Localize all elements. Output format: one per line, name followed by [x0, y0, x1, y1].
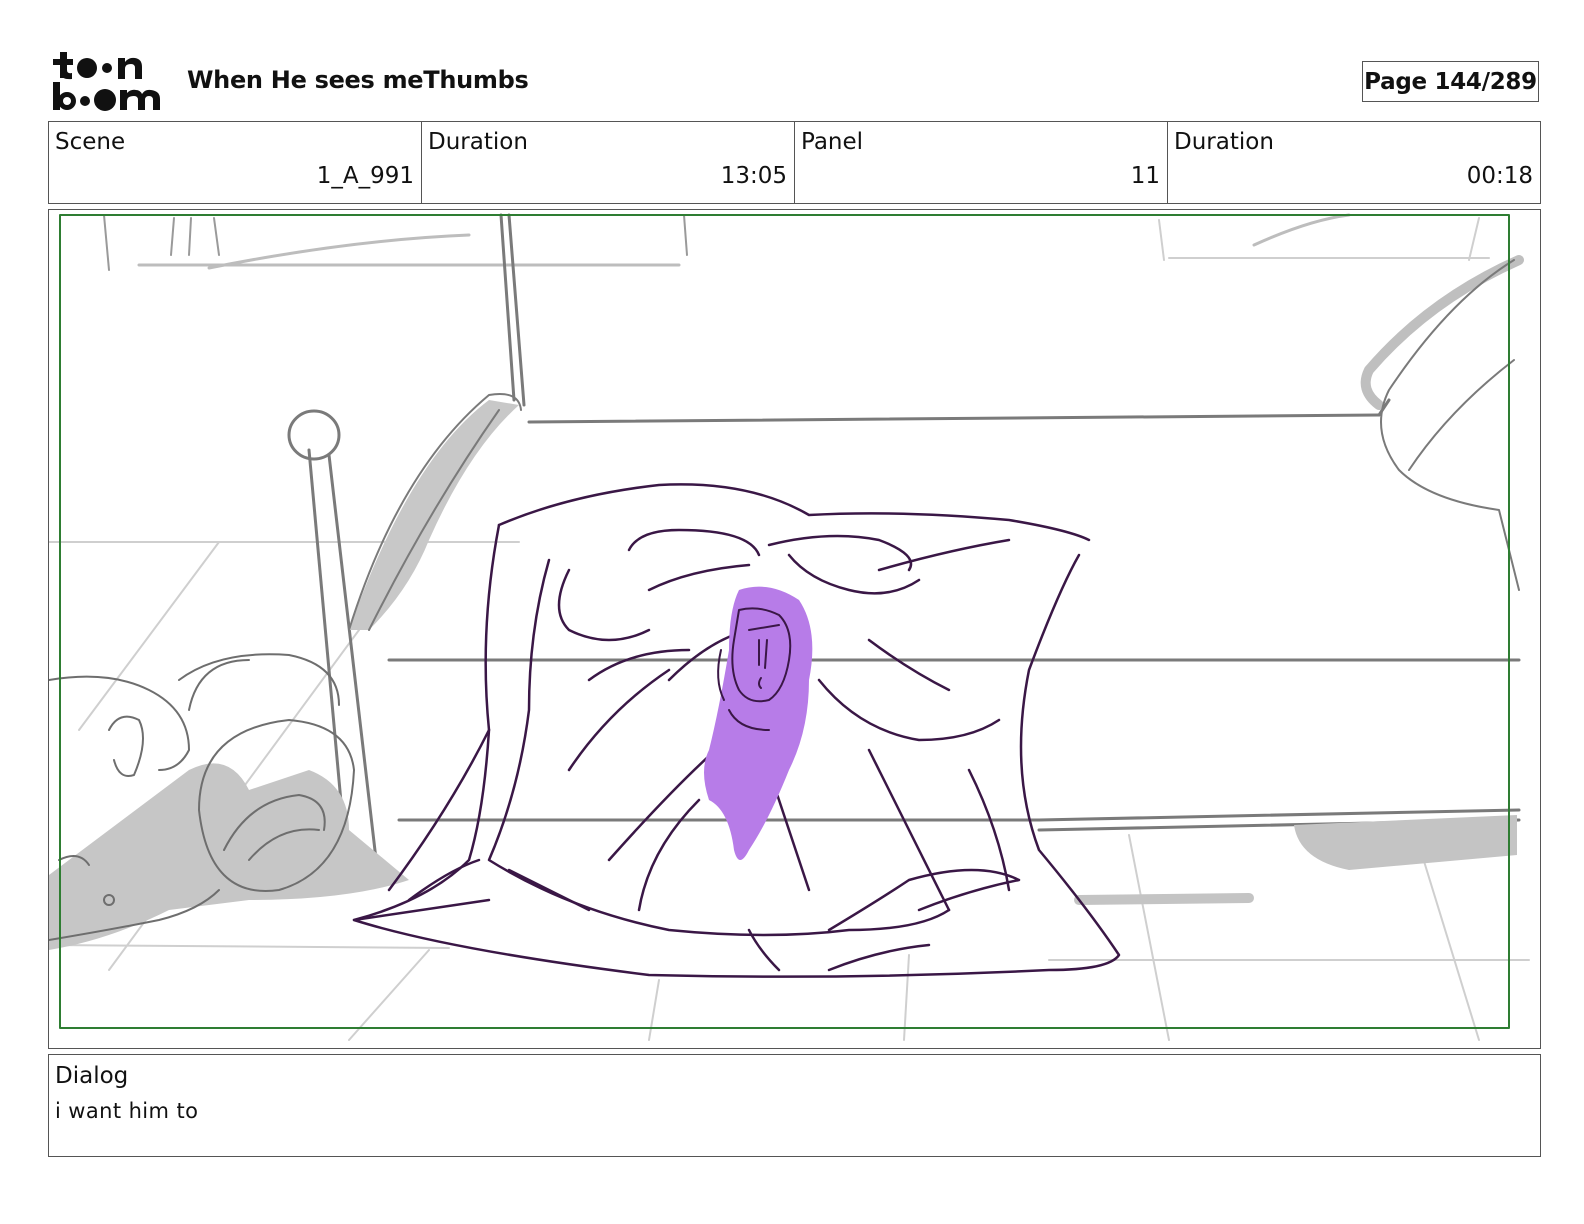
scene-info-table: Scene 1_A_991 Duration 13:05 Panel 11 Du…	[48, 121, 1541, 204]
panel-value: 11	[1130, 163, 1160, 189]
panel-cell: Panel 11	[795, 122, 1168, 203]
page-indicator: Page 144/289	[1362, 61, 1539, 102]
scene-label: Scene	[55, 129, 126, 155]
dialog-box: Dialog i want him to	[48, 1054, 1541, 1157]
dialog-label: Dialog	[55, 1063, 129, 1089]
storyboard-panel	[48, 209, 1541, 1049]
panel-duration-label: Duration	[1174, 129, 1274, 155]
panel-duration-cell: Duration 00:18	[1168, 122, 1540, 203]
panel-label: Panel	[801, 129, 864, 155]
dialog-text: i want him to	[55, 1099, 199, 1123]
toonboom-logo	[50, 48, 166, 114]
panel-sketch	[49, 213, 1530, 1041]
scene-duration-label: Duration	[428, 129, 528, 155]
scene-duration-cell: Duration 13:05	[422, 122, 795, 203]
panel-duration-value: 00:18	[1466, 163, 1533, 189]
scene-value: 1_A_991	[316, 163, 414, 189]
project-title: When He sees meThumbs	[187, 66, 529, 94]
scene-cell: Scene 1_A_991	[49, 122, 422, 203]
scene-duration-value: 13:05	[720, 163, 787, 189]
